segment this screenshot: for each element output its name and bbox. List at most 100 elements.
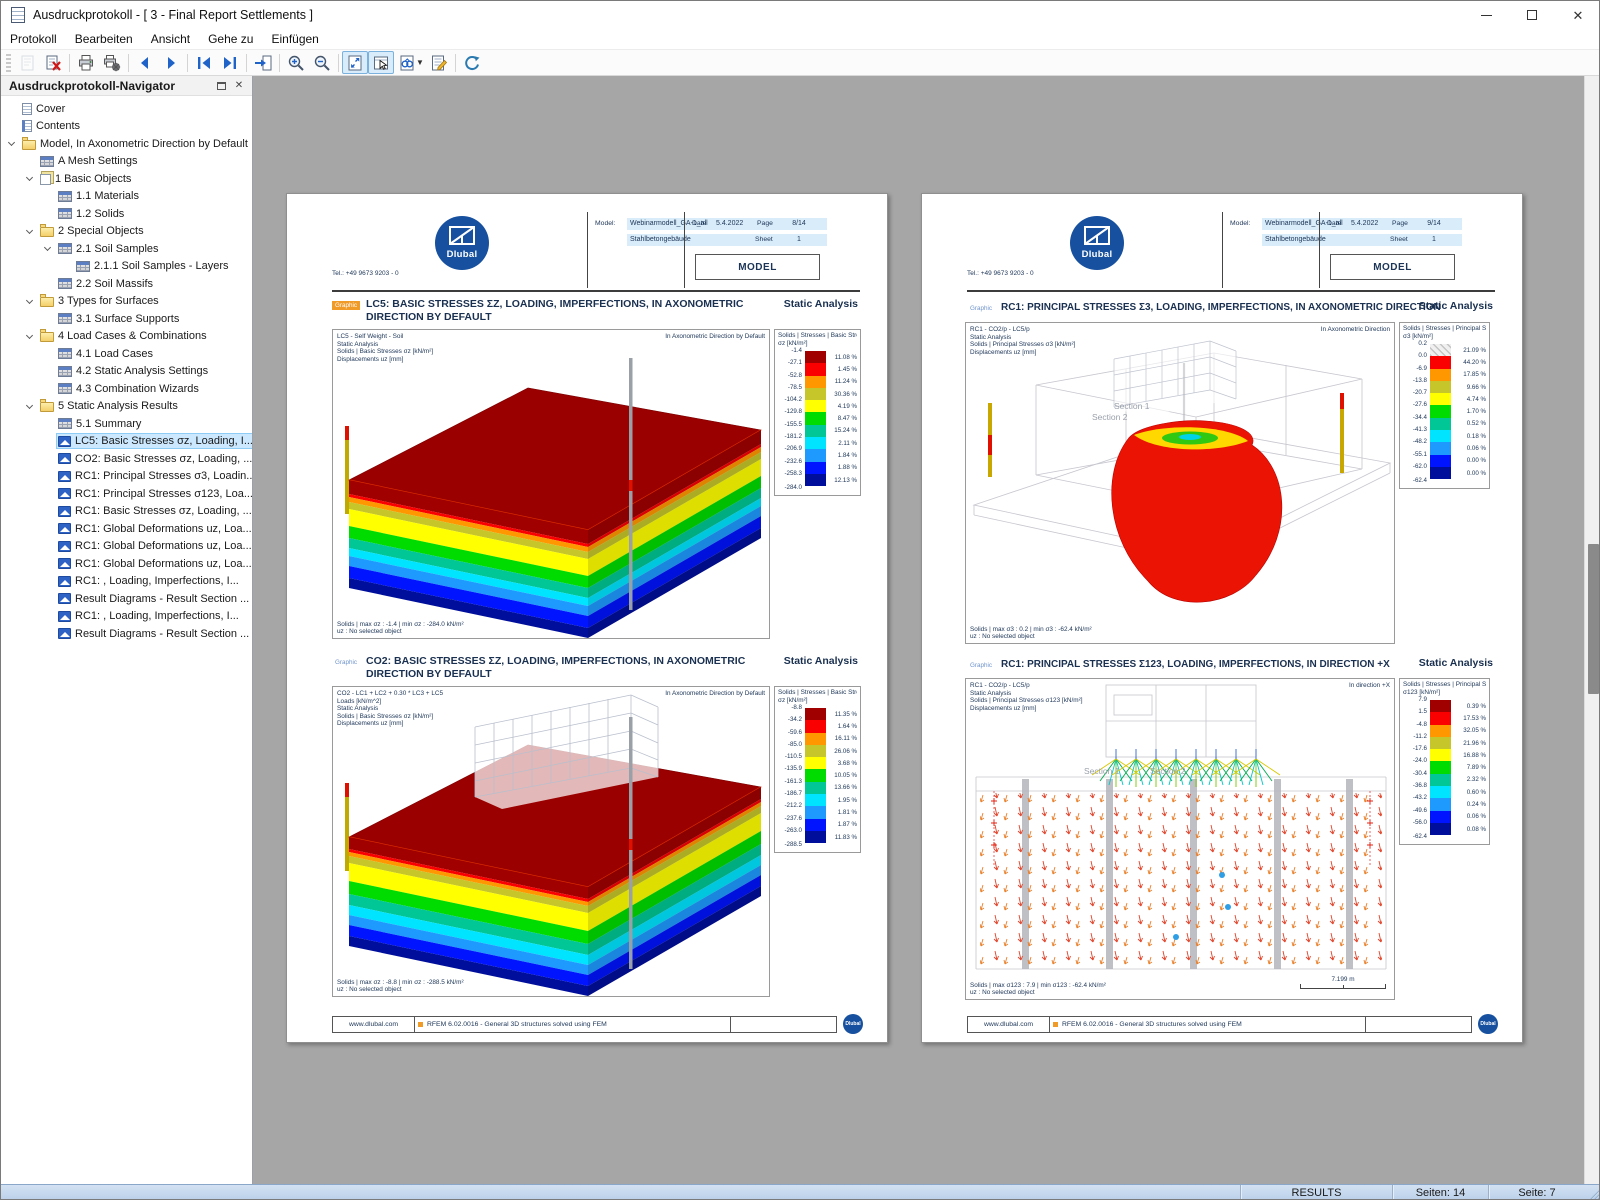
tree-item[interactable]: RC1: Principal Stresses σ3, Loadin... <box>1 468 252 486</box>
dlubal-logo: Dlubal <box>1070 216 1124 270</box>
goto-page-button[interactable] <box>250 51 276 74</box>
date-field: 5.4.2022 <box>713 218 753 230</box>
menu-protokoll[interactable]: Protokoll <box>1 30 66 48</box>
graphic-item-icon <box>58 453 71 465</box>
legend-color-swatch <box>1430 736 1451 750</box>
scrollbar-thumb[interactable] <box>1588 544 1599 694</box>
table-item-icon <box>58 348 72 360</box>
tree-expand-chevron[interactable] <box>23 294 38 309</box>
tree-item-label: 2 Special Objects <box>58 225 144 238</box>
tree-item[interactable]: Model, In Axonometric Direction by Defau… <box>1 135 252 153</box>
tree-item[interactable]: RC1: Global Deformations uz, Loa... <box>1 538 252 556</box>
tree-chevron-spacer <box>59 259 74 274</box>
stress-vector-section-view: Section 1 Section 2 <box>975 684 1387 970</box>
tree-item[interactable]: Result Diagrams - Result Section ... <box>1 625 252 643</box>
tree-item[interactable]: RC1: Global Deformations uz, Loa... <box>1 520 252 538</box>
tree-item[interactable]: 3 Types for Surfaces <box>1 293 252 311</box>
document-icon <box>22 102 32 115</box>
tree-item[interactable]: 4.2 Static Analysis Settings <box>1 363 252 381</box>
menu-einfuegen[interactable]: Einfügen <box>262 30 327 48</box>
menu-ansicht[interactable]: Ansicht <box>142 30 199 48</box>
tree-item[interactable]: CO2: Basic Stresses σz, Loading, ... <box>1 450 252 468</box>
stress-graphic-rc1-sigma123: Section 1 Section 2 RC1 - CO2/p - LC5/p … <box>965 678 1395 1000</box>
first-page-button[interactable] <box>191 51 217 74</box>
fit-page-button[interactable] <box>342 51 368 74</box>
graphic-title: CO2: BASIC STRESSES σz, LOADING, IMPERFE… <box>366 655 746 680</box>
last-page-button[interactable] <box>217 51 243 74</box>
tree-item[interactable]: RC1: , Loading, Imperfections, I... <box>1 608 252 626</box>
next-page-button[interactable] <box>158 51 184 74</box>
tree-item[interactable]: 2.2 Soil Massifs <box>1 275 252 293</box>
legend-color-swatch <box>805 351 826 364</box>
tree-item[interactable]: RC1: Principal Stresses σ123, Loa... <box>1 485 252 503</box>
analysis-type-label: Static Analysis <box>783 655 858 667</box>
resize-grip[interactable] <box>1585 1185 1599 1199</box>
tree-item[interactable]: 2.1.1 Soil Samples - Layers <box>1 258 252 276</box>
tree-item[interactable]: 2 Special Objects <box>1 223 252 241</box>
folder-icon <box>40 224 54 238</box>
toolbar-grip[interactable] <box>6 53 11 72</box>
tree-expand-chevron[interactable] <box>23 329 38 344</box>
tree-item[interactable]: 5.1 Summary <box>1 415 252 433</box>
tree-item[interactable]: 4 Load Cases & Combinations <box>1 328 252 346</box>
tree-expand-chevron[interactable] <box>23 224 38 239</box>
tree-item[interactable]: 1.2 Solids <box>1 205 252 223</box>
tree-item[interactable]: 1 Basic Objects <box>1 170 252 188</box>
legend-color-swatch <box>805 794 826 807</box>
model-label: Model: <box>1230 220 1251 227</box>
tree-item[interactable]: RC1: , Loading, Imperfections, I... <box>1 573 252 591</box>
select-mode-button[interactable] <box>368 51 394 74</box>
legend-color-swatch <box>1430 368 1451 381</box>
view-direction-label: In Axonometric Direction by Default <box>665 690 765 697</box>
minimize-button[interactable] <box>1463 1 1509 29</box>
zoom-out-button[interactable] <box>309 51 335 74</box>
tree-item[interactable]: LC5: Basic Stresses σz, Loading, I... <box>1 433 252 451</box>
dlubal-logo-text: Dlubal <box>446 249 478 260</box>
tree-item[interactable]: 5 Static Analysis Results <box>1 398 252 416</box>
refresh-button[interactable] <box>459 51 485 74</box>
zoom-in-button[interactable] <box>283 51 309 74</box>
close-button[interactable]: ✕ <box>1555 1 1599 29</box>
tree-chevron-spacer <box>5 119 20 134</box>
legend-color-swatch <box>1430 356 1451 369</box>
menu-gehe-zu[interactable]: Gehe zu <box>199 30 262 48</box>
menu-bearbeiten[interactable]: Bearbeiten <box>66 30 142 48</box>
tree-expand-chevron[interactable] <box>23 171 38 186</box>
maximize-button[interactable] <box>1509 1 1555 29</box>
tree-expand-chevron[interactable] <box>41 241 56 256</box>
previous-page-button[interactable] <box>132 51 158 74</box>
tree-item[interactable]: A Mesh Settings <box>1 153 252 171</box>
vertical-scrollbar[interactable] <box>1584 76 1599 1184</box>
tree-item[interactable]: RC1: Basic Stresses σz, Loading, ... <box>1 503 252 521</box>
tree-item[interactable]: 3.1 Surface Supports <box>1 310 252 328</box>
tree-item[interactable]: Contents <box>1 118 252 136</box>
print-button[interactable] <box>73 51 99 74</box>
tree-expand-chevron[interactable] <box>5 136 20 151</box>
graphic-info-text: RC1 - CO2/p - LC5/p Static Analysis Soli… <box>970 326 1076 356</box>
view-options-dropdown[interactable]: ▼ <box>416 58 424 67</box>
navigator-close-button[interactable]: ✕ <box>230 78 248 94</box>
legend-color-swatch <box>1430 712 1451 725</box>
print-preview-button[interactable] <box>14 51 40 74</box>
tree-item-label: 4.1 Load Cases <box>76 347 154 360</box>
table-item-icon <box>76 260 90 272</box>
print-settings-button[interactable] <box>99 51 125 74</box>
graphic-info-text: RC1 - CO2/p - LC5/p Static Analysis Soli… <box>970 682 1083 712</box>
tree-item[interactable]: 1.1 Materials <box>1 188 252 206</box>
graphic-item-icon <box>58 628 71 640</box>
tree-item[interactable]: Result Diagrams - Result Section ... <box>1 590 252 608</box>
tree-item[interactable]: 4.1 Load Cases <box>1 345 252 363</box>
tree-item[interactable]: Cover <box>1 100 252 118</box>
tree-item[interactable]: RC1: Global Deformations uz, Loa... <box>1 555 252 573</box>
delete-report-button[interactable] <box>40 51 66 74</box>
legend-color-swatch <box>805 449 826 462</box>
table-item-icon <box>58 190 72 202</box>
navigator-float-button[interactable] <box>212 78 230 94</box>
select-mode-icon <box>374 56 388 70</box>
tree-expand-chevron[interactable] <box>23 399 38 414</box>
edit-header-button[interactable] <box>426 51 452 74</box>
footer-marker <box>1053 1022 1058 1027</box>
tree-item[interactable]: 4.3 Combination Wizards <box>1 380 252 398</box>
document-icon <box>22 120 32 133</box>
tree-item[interactable]: 2.1 Soil Samples <box>1 240 252 258</box>
